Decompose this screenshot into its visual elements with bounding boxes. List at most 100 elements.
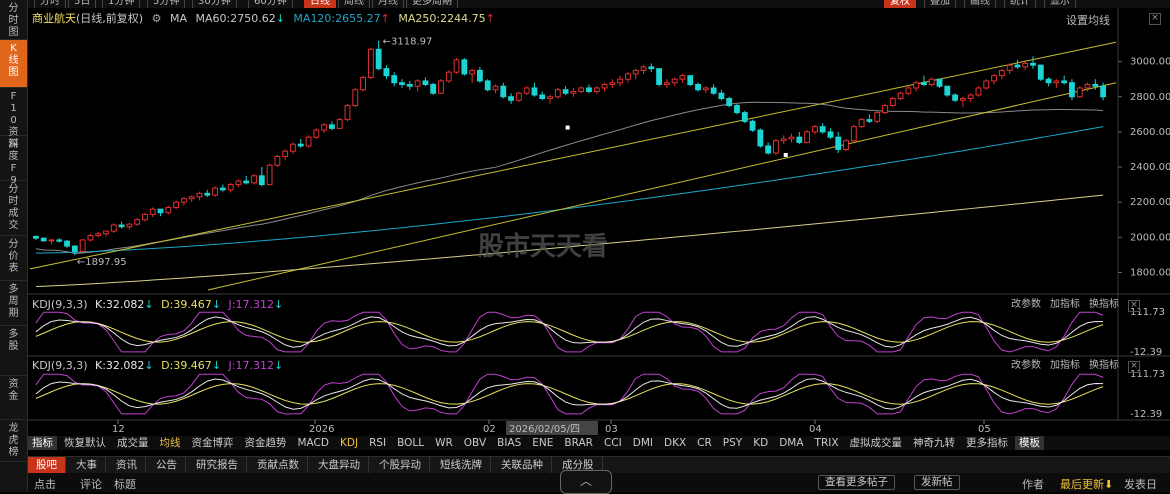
- stock-name[interactable]: 商业航天: [32, 12, 76, 25]
- indicator-tab-22[interactable]: TRIX: [811, 436, 843, 450]
- indicator-tab-26[interactable]: 模板: [1015, 436, 1045, 450]
- indicator-tab-18[interactable]: CR: [693, 436, 716, 450]
- collapse-panel-button[interactable]: ︿: [560, 470, 612, 494]
- indicator-tab-2[interactable]: 成交量: [113, 436, 153, 450]
- switch-indicator-button[interactable]: 换指标: [1089, 299, 1119, 310]
- kdj-name[interactable]: KDJ(9,3,3): [32, 359, 88, 372]
- kdj-name[interactable]: KDJ(9,3,3): [32, 298, 88, 311]
- indicator-tab-12[interactable]: BIAS: [493, 436, 525, 450]
- sidebar-item-7[interactable]: 多股: [0, 326, 27, 376]
- ma-label: MA: [169, 12, 187, 25]
- add-indicator-button[interactable]: 加指标: [1050, 299, 1080, 310]
- switch-indicator-button[interactable]: 换指标: [1089, 360, 1119, 371]
- indicator-tab-20[interactable]: KD: [749, 436, 772, 450]
- close-icon[interactable]: ×: [1128, 300, 1140, 312]
- indicator-tab-19[interactable]: PSY: [719, 436, 746, 450]
- indicator-tab-24[interactable]: 神奇九转: [909, 436, 959, 450]
- ma-settings-button[interactable]: 设置均线: [1066, 12, 1110, 28]
- column-comments[interactable]: 评论: [80, 476, 102, 492]
- kdj-j-line: [35, 373, 1104, 415]
- close-icon[interactable]: ×: [1149, 13, 1161, 25]
- indicator-tab-3[interactable]: 均线: [156, 436, 185, 450]
- close-icon[interactable]: ×: [1128, 361, 1140, 373]
- candle-body: [679, 75, 686, 80]
- sidebar-item-4[interactable]: 分时成交: [0, 181, 27, 236]
- bottom-tab-7[interactable]: 个股异动: [371, 457, 430, 473]
- candle-body: [64, 240, 70, 247]
- candle-body: [103, 230, 109, 235]
- sidebar-item-5[interactable]: 分价表: [0, 236, 27, 281]
- sidebar-item-9[interactable]: 龙虎榜: [0, 420, 27, 462]
- new-post-button[interactable]: 发新帖: [914, 475, 960, 490]
- sidebar-item-2[interactable]: F10资料: [0, 88, 27, 150]
- candle-body: [430, 83, 437, 94]
- candle-body: [235, 180, 242, 186]
- indicator-tab-5[interactable]: 资金趋势: [241, 436, 291, 450]
- indicator-tab-6[interactable]: MACD: [294, 436, 333, 450]
- bottom-tab-0[interactable]: 股吧: [28, 457, 66, 473]
- add-indicator-button[interactable]: 加指标: [1050, 360, 1080, 371]
- kdj-tools-2: 改参数 加指标 换指标 ×: [1002, 359, 1140, 373]
- candle-body: [593, 87, 600, 92]
- sidebar-item-6[interactable]: 多周期: [0, 281, 27, 326]
- candle-body: [142, 213, 148, 221]
- indicator-tab-8[interactable]: RSI: [365, 436, 390, 450]
- bottom-tab-5[interactable]: 贡献点数: [249, 457, 308, 473]
- candle-body: [266, 164, 273, 186]
- view-more-posts-button[interactable]: 查看更多帖子: [818, 475, 895, 490]
- candle-body: [1076, 87, 1083, 98]
- indicator-tab-15[interactable]: CCI: [600, 436, 626, 450]
- candle-body: [734, 105, 740, 114]
- indicator-tab-17[interactable]: DKX: [660, 436, 690, 450]
- column-clicks[interactable]: 点击: [34, 476, 56, 492]
- indicator-tab-7[interactable]: KDJ: [336, 436, 362, 450]
- gear-icon[interactable]: ⚙: [152, 12, 162, 25]
- candle-body: [126, 223, 133, 228]
- sidebar-item-3[interactable]: 深度F9: [0, 136, 27, 186]
- column-author[interactable]: 作者: [1022, 476, 1044, 492]
- column-last-update[interactable]: 最后更新⬇: [1060, 476, 1113, 492]
- bottom-tab-4[interactable]: 研究报告: [188, 457, 247, 473]
- candle-body: [882, 105, 888, 114]
- indicator-tab-1[interactable]: 恢复默认: [60, 436, 110, 450]
- bottom-tab-3[interactable]: 公告: [148, 457, 186, 473]
- indicator-tab-0[interactable]: 指标: [28, 436, 57, 450]
- candle-body: [609, 82, 616, 85]
- change-params-button[interactable]: 改参数: [1011, 360, 1041, 371]
- indicator-tab-21[interactable]: DMA: [775, 436, 807, 450]
- high-annotation: ←3118.97: [383, 37, 433, 48]
- candle-body: [991, 75, 997, 82]
- candle-body: [328, 124, 335, 129]
- candle-body: [765, 145, 772, 154]
- candle-body: [243, 180, 250, 184]
- candle-body: [469, 69, 476, 75]
- candle-body: [780, 138, 787, 142]
- bottom-tab-8[interactable]: 短线洗牌: [432, 457, 491, 473]
- indicator-tab-23[interactable]: 虚拟成交量: [846, 436, 907, 450]
- change-params-button[interactable]: 改参数: [1011, 299, 1041, 310]
- candle-body: [40, 237, 47, 242]
- bottom-tab-6[interactable]: 大盘异动: [310, 457, 369, 473]
- indicator-tab-25[interactable]: 更多指标: [962, 436, 1012, 450]
- candle-body: [796, 136, 803, 143]
- indicator-tab-16[interactable]: DMI: [629, 436, 657, 450]
- candle-body: [749, 120, 756, 131]
- indicator-tab-10[interactable]: WR: [431, 436, 457, 450]
- bottom-tab-2[interactable]: 资讯: [108, 457, 146, 473]
- candle-body: [336, 119, 343, 129]
- indicator-tab-11[interactable]: OBV: [460, 436, 490, 450]
- column-title[interactable]: 标题: [114, 476, 136, 492]
- bottom-tab-1[interactable]: 大事: [68, 457, 106, 473]
- indicator-tab-4[interactable]: 资金博弈: [188, 436, 238, 450]
- sidebar-item-1[interactable]: K线图: [0, 40, 27, 88]
- candle-body: [858, 119, 865, 128]
- sidebar-item-8[interactable]: 资金: [0, 376, 27, 420]
- sidebar-item-0[interactable]: 分时图: [0, 0, 27, 40]
- indicator-tab-9[interactable]: BOLL: [393, 436, 428, 450]
- indicator-tab-14[interactable]: BRAR: [560, 436, 597, 450]
- candle-body: [710, 87, 717, 94]
- column-post-date[interactable]: 发表日: [1124, 476, 1157, 492]
- indicator-tab-13[interactable]: ENE: [528, 436, 557, 450]
- bottom-tab-9[interactable]: 关联品种: [493, 457, 552, 473]
- candle-body: [843, 140, 849, 150]
